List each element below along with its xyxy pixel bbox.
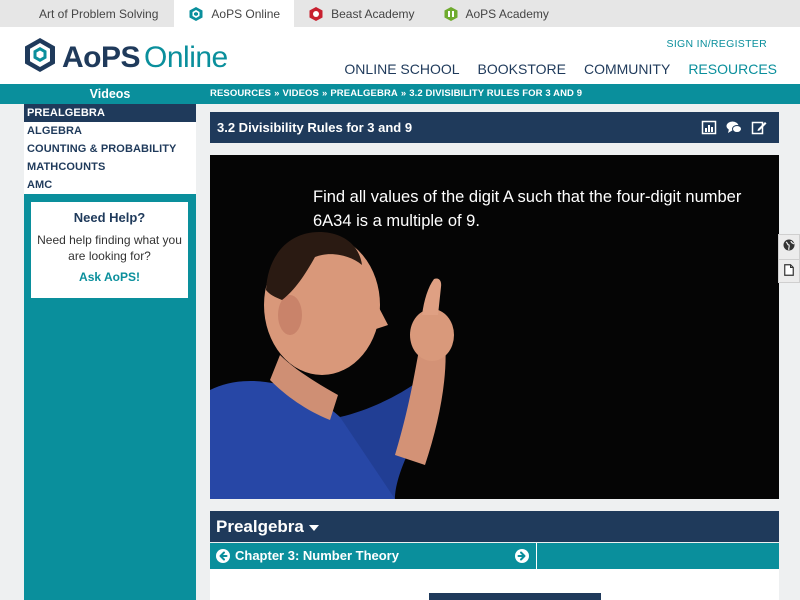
site-tab-label: AoPS Online <box>211 6 281 21</box>
site-tab-aops-online[interactable]: AoPS Online <box>174 0 295 27</box>
site-tab-label: Beast Academy <box>331 6 415 21</box>
edit-icon[interactable] <box>751 120 767 135</box>
side-tools <box>778 234 800 283</box>
site-bar: Art of Problem Solving AoPS Online Beast… <box>0 0 800 27</box>
stats-icon[interactable] <box>701 120 717 135</box>
course-title[interactable]: Prealgebra <box>216 511 319 542</box>
document-button[interactable] <box>779 259 799 283</box>
sidebar-item-amc[interactable]: AMC <box>24 176 196 194</box>
sidebar-item-prealgebra[interactable]: PREALGEBRA <box>24 104 196 122</box>
section-strip: Videos RESOURCES» VIDEOS» PREALGEBRA» 3.2 D… <box>0 84 800 104</box>
video-caption: Find all values of the digit A such that… <box>313 185 741 233</box>
arrow-left-icon <box>219 551 228 561</box>
sidebar-item-counting-probability[interactable]: COUNTING & PROBABILITY <box>24 140 196 158</box>
previous-chapter-button[interactable] <box>216 549 230 563</box>
video-caption-line2: 6A34 is a multiple of 9. <box>313 212 480 230</box>
lesson-block <box>429 593 601 600</box>
breadcrumb-separator: » <box>274 88 280 99</box>
video-toolbar <box>692 120 767 135</box>
caret-down-icon <box>308 524 319 531</box>
aops-online-logo[interactable]: AoPS Online <box>24 37 228 78</box>
logo-main: AoPS <box>62 40 141 74</box>
site-tab-label: Art of Problem Solving <box>39 6 159 21</box>
nav-online-school[interactable]: ONLINE SCHOOL <box>344 61 459 77</box>
video-title: 3.2 Divisibility Rules for 3 and 9 <box>217 120 413 135</box>
ask-aops-link[interactable]: Ask AoPS! <box>79 270 140 284</box>
chapter-navigator: Chapter 3: Number Theory <box>210 543 537 569</box>
course-title-label: Prealgebra <box>216 517 304 536</box>
site-tab-label: AoPS Academy <box>465 6 549 21</box>
document-icon <box>784 263 794 281</box>
site-tab-aops-academy[interactable]: AoPS Academy <box>429 0 563 27</box>
nav-bookstore[interactable]: BOOKSTORE <box>478 61 566 77</box>
globe-icon <box>783 238 795 256</box>
lesson-content-area <box>210 569 779 600</box>
chapter-bar: Chapter 3: Number Theory <box>210 543 779 569</box>
main-nav: ONLINE SCHOOL BOOKSTORE COMMUNITY RESOUR… <box>326 61 777 77</box>
video-player[interactable]: Find all values of the digit A such that… <box>210 155 779 499</box>
help-text: Need help finding what you are looking f… <box>37 233 182 263</box>
beast-academy-icon <box>308 6 324 22</box>
site-tab-beast-academy[interactable]: Beast Academy <box>294 0 428 27</box>
help-box: Need Help? Need help finding what you ar… <box>31 202 188 298</box>
help-title: Need Help? <box>73 210 146 225</box>
sidebar-list: PREALGEBRA ALGEBRA COUNTING & PROBABILIT… <box>24 104 196 194</box>
logo-text: AoPS Online <box>62 41 228 75</box>
sidebar-heading: Videos <box>89 87 131 101</box>
breadcrumb: RESOURCES» VIDEOS» PREALGEBRA» 3.2 DIVISIBI… <box>210 84 582 104</box>
breadcrumb-separator: » <box>321 88 328 99</box>
nav-resources[interactable]: RESOURCES <box>688 61 777 77</box>
breadcrumb-separator: » <box>400 88 407 99</box>
aops-online-icon <box>188 6 204 22</box>
sidebar-item-mathcounts[interactable]: MATHCOUNTS <box>24 158 196 176</box>
sidebar: PREALGEBRA ALGEBRA COUNTING & PROBABILIT… <box>24 104 196 600</box>
nav-community[interactable]: COMMUNITY <box>584 61 670 77</box>
chapter-title: Chapter 3: Number Theory <box>235 548 399 563</box>
video-title-bar: 3.2 Divisibility Rules for 3 and 9 <box>210 112 779 143</box>
site-header: AoPS Online SIGN IN/REGISTER ONLINE SCHOO… <box>0 27 800 84</box>
sidebar-item-algebra[interactable]: ALGEBRA <box>24 122 196 140</box>
aops-academy-icon <box>443 6 459 22</box>
arrow-right-icon <box>517 551 526 561</box>
globe-button[interactable] <box>779 235 799 259</box>
logo-sub: Online <box>144 40 228 74</box>
video-caption-line1: Find all values of the digit A such that… <box>313 188 742 206</box>
breadcrumb-resources[interactable]: RESOURCES <box>210 88 271 99</box>
breadcrumb-prealgebra[interactable]: PREALGEBRA <box>330 88 398 99</box>
next-chapter-button[interactable] <box>515 549 529 563</box>
breadcrumb-current: 3.2 DIVISIBILITY RULES FOR 3 AND 9 <box>409 88 583 99</box>
course-bar[interactable]: Prealgebra <box>210 511 779 542</box>
comments-icon[interactable] <box>726 120 742 135</box>
sign-in-register-link[interactable]: SIGN IN/REGISTER <box>667 38 767 50</box>
logo-cube-icon <box>24 37 56 78</box>
site-tab-aops[interactable]: Art of Problem Solving <box>0 0 174 27</box>
breadcrumb-videos[interactable]: VIDEOS <box>282 88 319 99</box>
